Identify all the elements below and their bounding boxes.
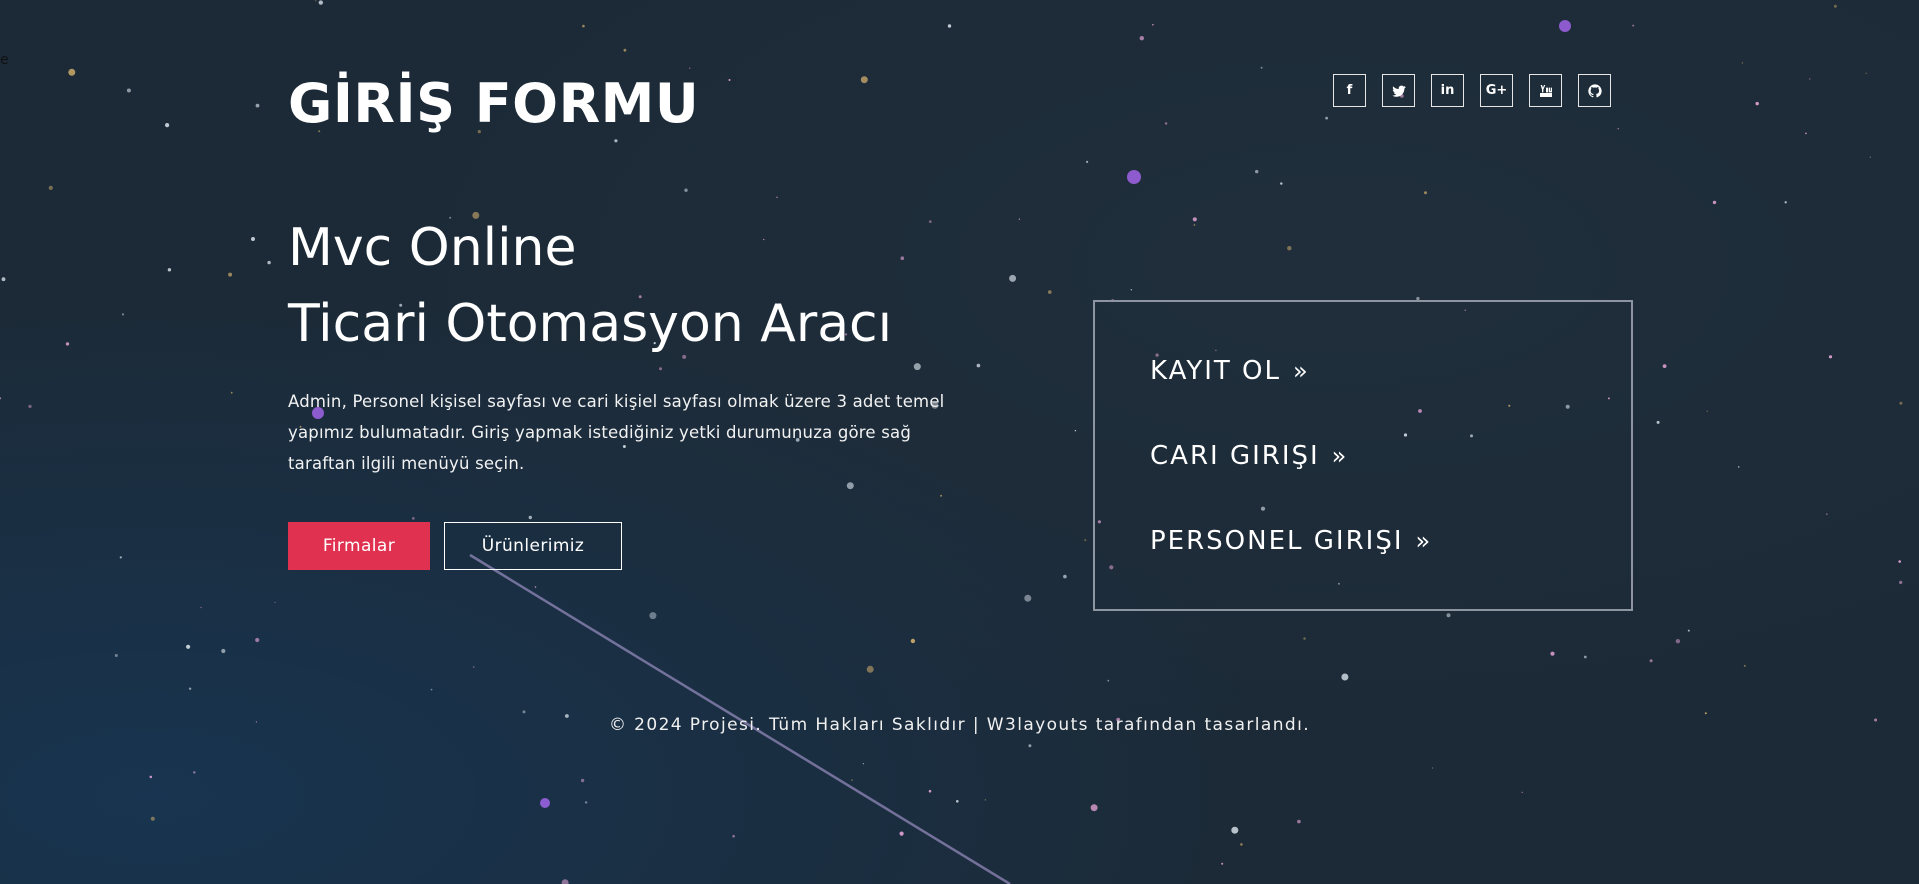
github-icon[interactable] <box>1578 74 1611 107</box>
menu-item-label: PERSONEL GIRIŞI <box>1150 526 1404 556</box>
hero-line-2: Ticari Otomasyon Aracı <box>288 294 893 354</box>
urunlerimiz-button[interactable]: Ürünlerimiz <box>444 522 622 570</box>
hero-line-1: Mvc Online <box>288 218 577 278</box>
social-links: f in G+ <box>1333 74 1611 107</box>
chevron-right-icon: » <box>1331 442 1347 470</box>
chevron-right-icon: » <box>1415 527 1431 555</box>
youtube-icon[interactable] <box>1529 74 1562 107</box>
menu-item-label: CARI GIRIŞI <box>1150 441 1320 471</box>
menu-item-kayit-ol[interactable]: KAYIT OL » <box>1150 356 1308 386</box>
hero-description: Admin, Personel kişisel sayfası ve cari … <box>288 392 945 473</box>
menu-item-label: KAYIT OL <box>1150 356 1282 386</box>
facebook-icon[interactable]: f <box>1333 74 1366 107</box>
hero-heading: Mvc Online Ticari Otomasyon Aracı <box>288 210 892 362</box>
linkedin-icon[interactable]: in <box>1431 74 1464 107</box>
twitter-icon[interactable] <box>1382 74 1415 107</box>
chevron-right-icon: » <box>1293 357 1308 385</box>
footer-copyright: © 2024 Projesi. Tüm Hakları Saklıdır | W… <box>608 715 1311 735</box>
google-plus-icon[interactable]: G+ <box>1480 74 1513 107</box>
firmalar-button[interactable]: Firmalar <box>288 522 430 570</box>
login-menu-box: KAYIT OL » CARI GIRIŞI » PERSONEL GIRIŞI… <box>1093 300 1633 611</box>
page-title: GİRİŞ FORMU <box>288 72 700 135</box>
menu-item-personel-girisi[interactable]: PERSONEL GIRIŞI » <box>1150 526 1430 556</box>
menu-item-cari-girisi[interactable]: CARI GIRIŞI » <box>1150 441 1346 471</box>
stray-text: e <box>0 52 9 68</box>
